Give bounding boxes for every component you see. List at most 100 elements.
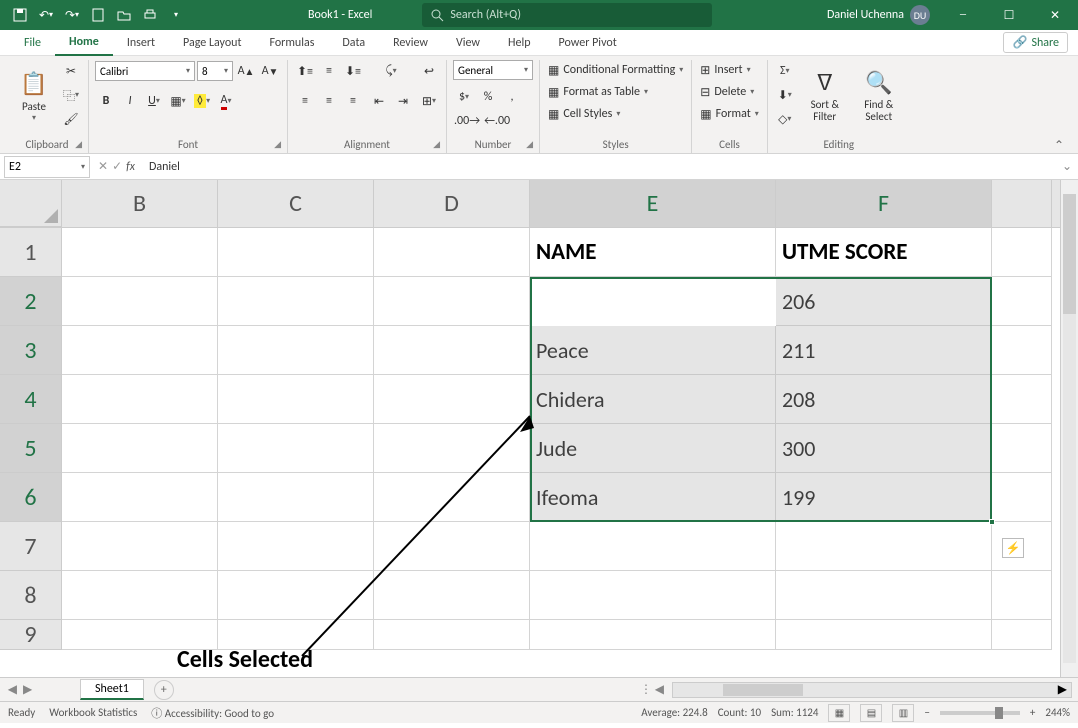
sheet-tab-sheet1[interactable]: Sheet1 (80, 679, 144, 700)
zoom-in-button[interactable]: + (1030, 706, 1035, 719)
insert-cells-button[interactable]: ⊞Insert▾ (698, 60, 752, 80)
quick-analysis-icon[interactable]: ⚡ (1002, 538, 1024, 558)
row-header-7[interactable]: 7 (0, 522, 62, 571)
redo-icon[interactable]: ↷▾ (60, 3, 84, 27)
view-page-layout-button[interactable]: ▤ (860, 704, 882, 722)
font-size-select[interactable]: 8▾ (197, 61, 233, 81)
horizontal-scrollbar[interactable]: ▶ (672, 682, 1072, 698)
tab-formulas[interactable]: Formulas (255, 30, 328, 56)
find-select-button[interactable]: 🔍 Find & Select (854, 60, 904, 130)
zoom-slider[interactable] (940, 711, 1020, 715)
view-page-break-button[interactable]: ▥ (892, 704, 914, 722)
cut-button[interactable]: ✂ (60, 60, 82, 82)
cell[interactable] (218, 228, 374, 277)
decrease-indent-button[interactable]: ⇤ (368, 90, 390, 112)
cell-f5[interactable]: 300 (776, 424, 992, 473)
cell[interactable] (530, 620, 776, 650)
share-button[interactable]: 🔗Share (1003, 32, 1068, 53)
col-header-g[interactable] (992, 180, 1052, 227)
increase-indent-button[interactable]: ⇥ (392, 90, 414, 112)
tab-file[interactable]: File (10, 30, 55, 56)
number-format-select[interactable]: General▾ (453, 60, 533, 80)
cell[interactable] (218, 277, 374, 326)
status-workbook-stats[interactable]: Workbook Statistics (49, 706, 137, 719)
italic-button[interactable]: I (119, 90, 141, 112)
cell-e2[interactable]: Daniel (530, 277, 776, 326)
close-button[interactable]: ✕ (1032, 0, 1078, 30)
row-header-2[interactable]: 2 (0, 277, 62, 326)
tab-power-pivot[interactable]: Power Pivot (545, 30, 631, 56)
col-header-f[interactable]: F (776, 180, 992, 227)
name-box[interactable]: E2▾ (4, 156, 90, 178)
fill-button[interactable]: ⬇▾ (774, 84, 796, 106)
decrease-font-button[interactable]: A▼ (259, 60, 281, 82)
cell[interactable] (218, 326, 374, 375)
underline-button[interactable]: U▾ (143, 90, 165, 112)
cell[interactable] (992, 424, 1052, 473)
format-painter-button[interactable]: 🖌 (60, 108, 82, 130)
qat-customize-icon[interactable]: ▾ (164, 3, 188, 27)
fill-handle[interactable] (989, 519, 995, 525)
font-color-button[interactable]: A▾ (215, 90, 237, 112)
col-header-b[interactable]: B (62, 180, 218, 227)
search-box[interactable]: Search (Alt+Q) (422, 3, 712, 27)
save-icon[interactable] (8, 3, 32, 27)
clipboard-launcher-icon[interactable]: ◢ (75, 139, 82, 150)
sheet-nav-prev-icon[interactable]: ◀ (8, 682, 17, 697)
font-launcher-icon[interactable]: ◢ (274, 139, 281, 150)
decrease-decimal-button[interactable]: ←.00 (483, 110, 511, 132)
cell[interactable] (992, 326, 1052, 375)
cell[interactable] (530, 571, 776, 620)
enter-formula-icon[interactable]: ✓ (112, 159, 122, 174)
cell[interactable] (992, 375, 1052, 424)
col-header-e[interactable]: E (530, 180, 776, 227)
align-bottom-button[interactable]: ⬇≡ (342, 60, 364, 82)
user-account[interactable]: Daniel Uchenna DU (827, 5, 930, 25)
row-header-1[interactable]: 1 (0, 228, 62, 277)
tab-insert[interactable]: Insert (113, 30, 169, 56)
increase-decimal-button[interactable]: .00→ (453, 110, 481, 132)
tab-view[interactable]: View (442, 30, 494, 56)
align-right-button[interactable]: ≡ (342, 90, 364, 112)
row-header-6[interactable]: 6 (0, 473, 62, 522)
quick-print-icon[interactable] (138, 3, 162, 27)
view-normal-button[interactable]: ▦ (828, 704, 850, 722)
cell[interactable] (374, 228, 530, 277)
percent-format-button[interactable]: % (477, 86, 499, 108)
cell-f3[interactable]: 211 (776, 326, 992, 375)
status-accessibility[interactable]: ⓘ Accessibility: Good to go (151, 705, 274, 721)
row-header-3[interactable]: 3 (0, 326, 62, 375)
sort-filter-button[interactable]: ᐁ Sort & Filter (800, 60, 850, 130)
wrap-text-button[interactable]: ↩ (418, 60, 440, 82)
cell[interactable] (992, 228, 1052, 277)
bold-button[interactable]: B (95, 90, 117, 112)
formula-input[interactable]: Daniel (143, 160, 1056, 174)
align-middle-button[interactable]: ≡ (318, 60, 340, 82)
row-header-8[interactable]: 8 (0, 571, 62, 620)
sheet-nav-next-icon[interactable]: ▶ (23, 682, 32, 697)
cell-f4[interactable]: 208 (776, 375, 992, 424)
align-top-button[interactable]: ⬆≡ (294, 60, 316, 82)
fx-icon[interactable]: fx (126, 160, 135, 174)
tab-home[interactable]: Home (55, 30, 113, 56)
cell-e6[interactable]: Ifeoma (530, 473, 776, 522)
cell[interactable] (62, 277, 218, 326)
clear-button[interactable]: ◇▾ (774, 108, 796, 130)
border-button[interactable]: ▦▾ (167, 90, 189, 112)
comma-format-button[interactable]: , (501, 86, 523, 108)
open-icon[interactable] (112, 3, 136, 27)
select-all-corner[interactable] (0, 180, 62, 227)
cell-styles-button[interactable]: ▦Cell Styles▾ (546, 104, 622, 124)
row-header-5[interactable]: 5 (0, 424, 62, 473)
cell-f1[interactable]: UTME SCORE (776, 228, 992, 277)
cancel-formula-icon[interactable]: ✕ (98, 159, 108, 174)
row-header-9[interactable]: 9 (0, 620, 62, 650)
cell[interactable] (776, 620, 992, 650)
col-header-d[interactable]: D (374, 180, 530, 227)
alignment-launcher-icon[interactable]: ◢ (433, 139, 440, 150)
zoom-out-button[interactable]: − (924, 706, 929, 719)
paste-button[interactable]: 📋 Paste ▾ (12, 60, 56, 130)
increase-font-button[interactable]: A▲ (235, 60, 257, 82)
tab-data[interactable]: Data (328, 30, 379, 56)
zoom-level[interactable]: 244% (1045, 706, 1070, 719)
